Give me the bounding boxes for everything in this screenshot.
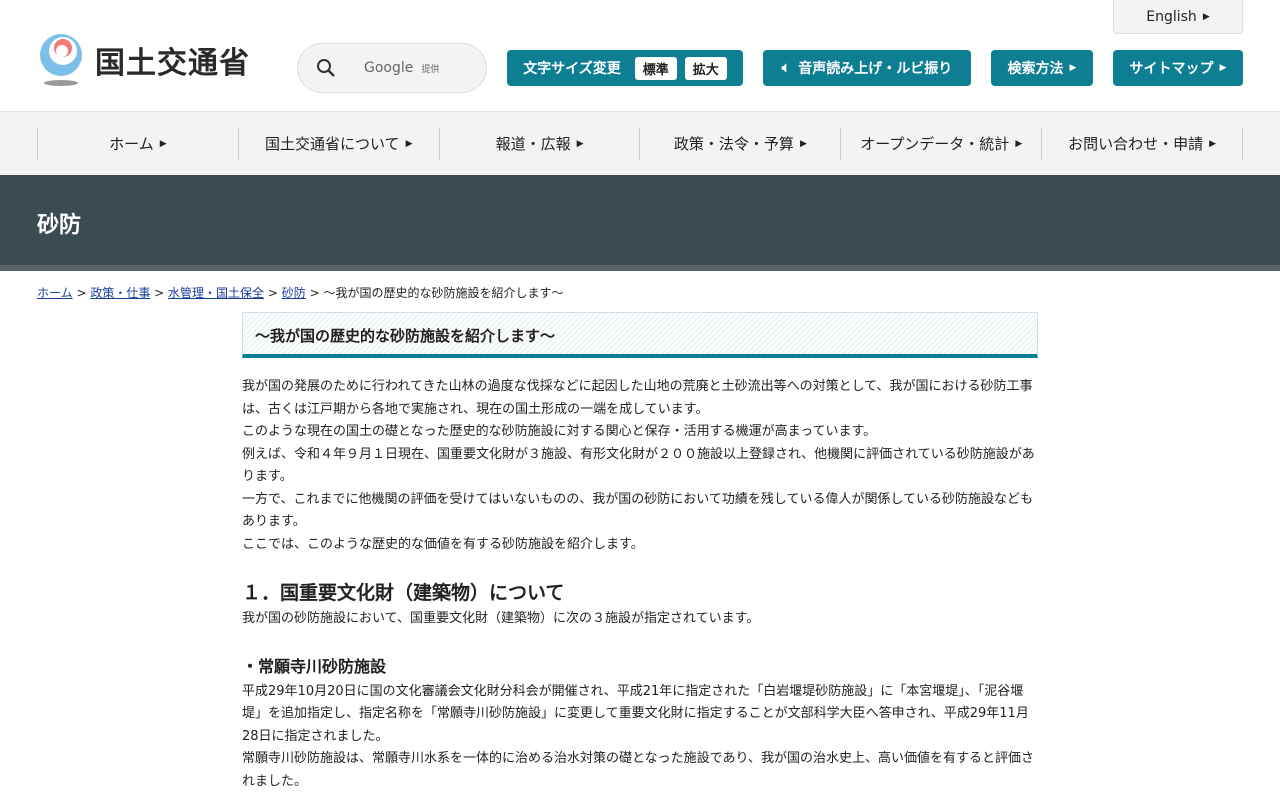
read-aloud-button[interactable]: 🔈︎ 音声読み上げ・ルビ振り [763, 50, 971, 86]
item-heading-text: 常願寺川砂防施設 [258, 656, 387, 676]
item-paragraph: 常願寺川砂防施設は、常願寺川水系を一体的に治める治水対策の礎となった施設であり、… [242, 751, 1034, 789]
english-label: English [1146, 8, 1197, 25]
breadcrumb: ホーム > 政策・仕事 > 水管理・国土保全 > 砂防 > ～我が国の歴史的な砂… [37, 286, 564, 300]
nav-label: 報道・広報 [495, 135, 571, 153]
section-banner: 砂防 [0, 175, 1280, 265]
nav-label: お問い合わせ・申請 [1068, 135, 1204, 153]
arrow-right-icon: ▶ [1202, 11, 1210, 22]
font-size-label: 文字サイズ変更 [523, 61, 621, 77]
intro-paragraph: 一方で、これまでに他機関の評価を受けてはいないものの、我が国の砂防において功績を… [242, 491, 1034, 530]
section-text: 我が国の砂防施設において、国重要文化財（建築物）に次の３施設が指定されています。 [242, 611, 760, 626]
item-heading: ・常願寺川砂防施設 [242, 653, 1038, 681]
breadcrumb-water[interactable]: 水管理・国土保全 [168, 286, 264, 300]
arrow-right-icon: ▶ [576, 138, 584, 149]
arrow-right-icon: ▶ [159, 138, 167, 149]
global-nav: ホーム ▶ 国土交通省について ▶ 報道・広報 ▶ 政策・法令・予算 ▶ オープンデータ… [0, 111, 1280, 175]
search-brand: Google [364, 60, 414, 76]
sitemap-label: サイトマップ [1129, 61, 1214, 77]
site-search[interactable]: Google 提供 [297, 43, 487, 93]
search-provided: 提供 [421, 64, 440, 75]
intro-paragraph: 我が国の発展のために行われてきた山林の過度な伐採などに起因した山地の荒廃と土砂流… [242, 379, 1033, 417]
logo-mark-icon [37, 33, 85, 87]
nav-contact[interactable]: お問い合わせ・申請 ▶ [1041, 127, 1243, 160]
read-aloud-label: 音声読み上げ・ルビ振り [798, 61, 953, 77]
banner-divider [0, 265, 1280, 271]
section-heading: １．国重要文化財（建築物）について [242, 582, 565, 604]
logo-text: 国土交通省 [95, 46, 250, 81]
nav-about[interactable]: 国土交通省について ▶ [237, 127, 439, 160]
english-button[interactable]: English ▶ [1113, 0, 1243, 34]
main-content: 我が国の発展のために行われてきた山林の過度な伐採などに起因した山地の荒廃と土砂流… [242, 376, 1038, 793]
font-size-control: 文字サイズ変更 標準 拡大 [507, 50, 743, 86]
nav-label: 国土交通省について [265, 135, 400, 153]
arrow-right-icon: ▶ [1219, 63, 1227, 73]
intro-paragraph: 例えば、令和４年９月１日現在、国重要文化財が３施設、有形文化財が２００施設以上登… [242, 446, 1035, 485]
arrow-right-icon: ▶ [1015, 138, 1023, 149]
intro-paragraph: このような現在の国土の礎となった歴史的な砂防施設に対する関心と保存・活用する機運… [242, 424, 877, 439]
arrow-right-icon: ▶ [1069, 63, 1077, 73]
nav-press[interactable]: 報道・広報 ▶ [438, 127, 640, 160]
font-standard-button[interactable]: 標準 [634, 56, 677, 80]
font-large-button[interactable]: 拡大 [684, 56, 727, 80]
speaker-icon: 🔈︎ [781, 60, 791, 76]
nav-label: オープンデータ・統計 [860, 135, 1010, 153]
sitemap-button[interactable]: サイトマップ ▶ [1113, 50, 1243, 86]
search-method-label: 検索方法 [1007, 61, 1064, 77]
arrow-right-icon: ▶ [405, 138, 413, 149]
page-title: ～我が国の歴史的な砂防施設を紹介します～ [242, 312, 1038, 358]
intro-paragraph: ここでは、このような歴史的な価値を有する砂防施設を紹介します。 [242, 536, 644, 552]
nav-label: ホーム [109, 135, 154, 153]
arrow-right-icon: ▶ [1209, 138, 1217, 149]
arrow-right-icon: ▶ [799, 138, 807, 149]
breadcrumb-home[interactable]: ホーム [37, 286, 73, 300]
nav-home[interactable]: ホーム ▶ [37, 127, 238, 160]
nav-opendata[interactable]: オープンデータ・統計 ▶ [840, 127, 1041, 160]
breadcrumb-sabo[interactable]: 砂防 [282, 286, 306, 300]
breadcrumb-current: ～我が国の歴史的な砂防施設を紹介します～ [323, 286, 564, 300]
search-icon [317, 59, 335, 77]
nav-policy[interactable]: 政策・法令・予算 ▶ [639, 127, 840, 160]
breadcrumb-policy[interactable]: 政策・仕事 [90, 286, 150, 300]
nav-label: 政策・法令・予算 [673, 135, 794, 153]
search-method-button[interactable]: 検索方法 ▶ [991, 50, 1093, 86]
bullet-icon: ・ [242, 656, 259, 676]
mlit-logo[interactable]: 国土交通省 [37, 33, 250, 87]
item-paragraph: 平成29年10月20日に国の文化審議会文化財分科会が開催され、平成21年に指定さ… [242, 683, 1029, 744]
